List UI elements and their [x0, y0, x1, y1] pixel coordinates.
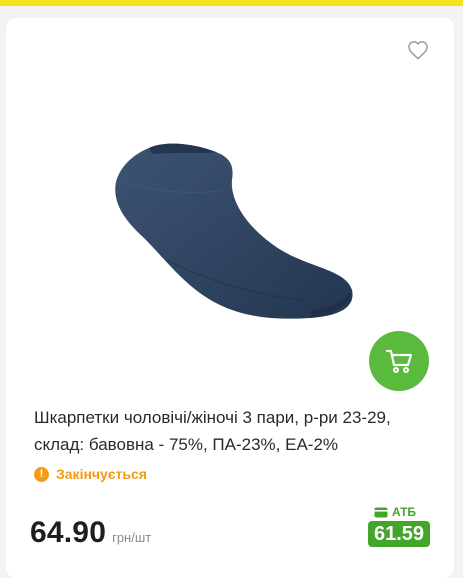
wallet-card-icon [374, 507, 388, 517]
heart-outline-icon [408, 41, 428, 60]
product-image[interactable] [106, 120, 356, 330]
price-unit: грн/шт [112, 530, 152, 545]
atb-label-text: АТБ [392, 505, 417, 519]
favorite-button[interactable] [407, 40, 429, 60]
exclamation-circle-icon: ! [34, 466, 49, 482]
product-title[interactable]: Шкарпетки чоловічі/жіночі 3 пари, р-ри 2… [34, 404, 434, 458]
price-value: 64.90 [30, 516, 107, 549]
atb-card-label: АТБ [374, 505, 416, 519]
atb-card-price: 61.59 [368, 521, 430, 547]
price-block: 64.90 грн/шт [30, 516, 151, 550]
product-card[interactable]: Шкарпетки чоловічі/жіночі 3 пари, р-ри 2… [6, 18, 454, 578]
availability-text: Закінчується [56, 466, 147, 482]
top-accent-stripe [0, 0, 463, 6]
add-to-cart-button[interactable] [369, 331, 429, 391]
shopping-cart-icon [385, 349, 413, 373]
sock-image [115, 143, 353, 319]
availability-status: ! Закінчується [34, 466, 147, 482]
